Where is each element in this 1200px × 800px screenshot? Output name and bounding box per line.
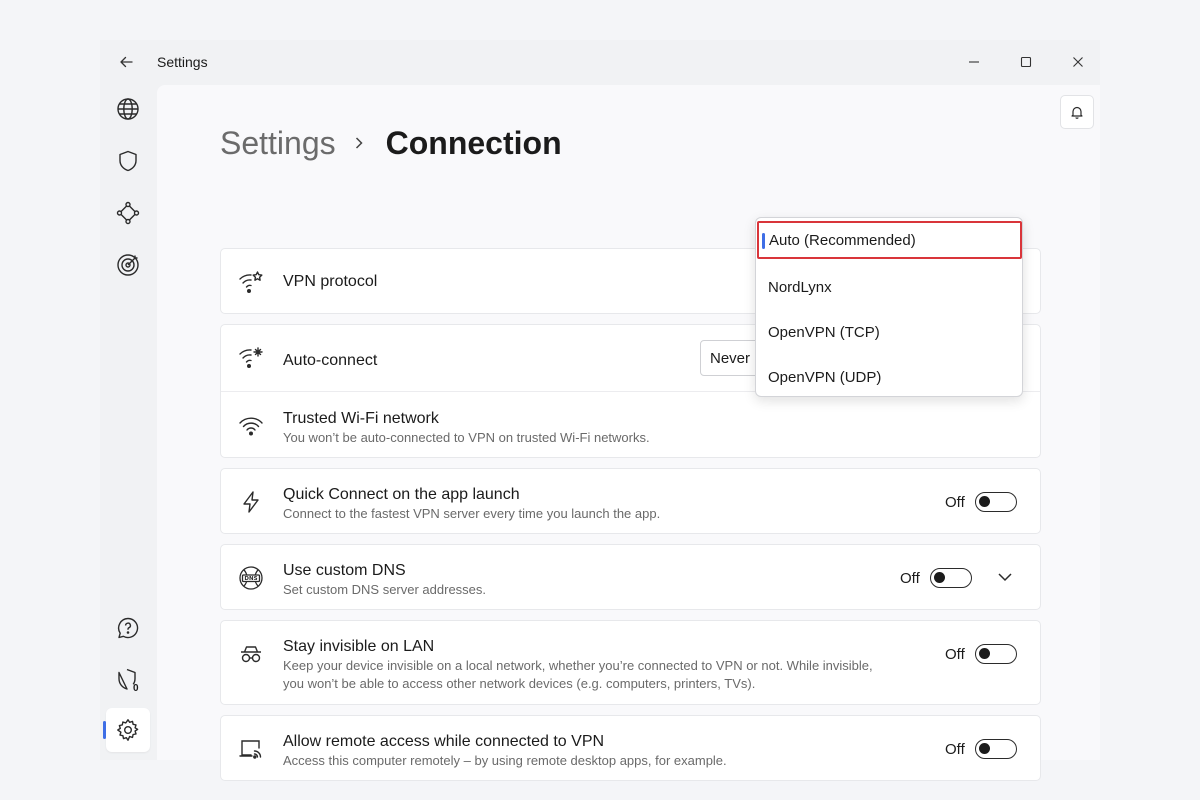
custom-dns-title: Use custom DNS [283, 562, 406, 579]
sidebar-item-settings[interactable] [103, 708, 150, 752]
auto-connect-title: Auto-connect [283, 352, 378, 369]
sidebar: 0 [100, 84, 157, 760]
toggle-knob [933, 572, 945, 583]
quick-connect-toggle-wrap: Off [945, 492, 1017, 512]
remote-desktop-icon [237, 735, 265, 763]
toggle-state-label: Off [945, 493, 965, 511]
invisible-lan-toggle[interactable] [974, 644, 1017, 664]
toggle-state-label: Off [945, 645, 965, 663]
remote-access-card: Allow remote access while connected to V… [220, 715, 1041, 781]
toggle-knob [978, 743, 990, 754]
toggle-knob [978, 496, 990, 507]
trusted-wifi-title: Trusted Wi-Fi network [283, 410, 439, 427]
vpn-protocol-title: VPN protocol [283, 273, 378, 290]
quick-connect-description: Connect to the fastest VPN server every … [283, 506, 661, 521]
dns-globe-icon: DNS [237, 564, 265, 592]
chevron-right-icon [354, 136, 364, 150]
quick-connect-title: Quick Connect on the app launch [283, 486, 520, 503]
sidebar-item-threat-protection[interactable] [106, 243, 150, 287]
invisible-lan-toggle-wrap: Off [945, 644, 1017, 664]
minimize-icon [969, 61, 979, 63]
maximize-icon [1020, 56, 1032, 68]
custom-dns-card: DNS Use custom DNS Set custom DNS server… [220, 544, 1041, 610]
active-indicator [103, 721, 106, 739]
close-icon [1073, 57, 1083, 67]
toggle-state-label: Off [900, 569, 920, 587]
toggle-knob [978, 648, 990, 659]
option-label: OpenVPN (UDP) [768, 368, 882, 386]
protocol-dropdown: Auto (Recommended) NordLynx OpenVPN (TCP… [755, 217, 1023, 397]
wifi-icon [237, 411, 265, 439]
custom-dns-toggle-wrap: Off [900, 568, 972, 588]
globe-icon [117, 98, 139, 120]
target-icon [117, 254, 139, 276]
option-label: Auto (Recommended) [769, 231, 916, 249]
settings-window: Settings 0 Settings Connection VPN proto… [100, 40, 1100, 781]
help-chat-icon [117, 617, 139, 639]
sidebar-item-servers[interactable] [106, 87, 150, 131]
remote-access-description: Access this computer remotely – by using… [283, 753, 727, 768]
arrow-left-icon [120, 56, 133, 68]
chevron-down-icon [998, 573, 1012, 582]
protocol-option-nordlynx[interactable]: NordLynx [756, 268, 1022, 306]
minimize-button[interactable] [952, 48, 996, 76]
protocol-option-openvpn-tcp[interactable]: OpenVPN (TCP) [756, 313, 1022, 351]
shield-icon [119, 150, 137, 172]
bell-icon [1071, 106, 1083, 119]
option-label: NordLynx [768, 278, 832, 296]
sidebar-item-meshnet[interactable] [106, 191, 150, 235]
invisible-lan-card: Stay invisible on LAN Keep your device i… [220, 620, 1041, 705]
threat-count-badge: 0 [133, 683, 139, 694]
protocol-option-openvpn-udp[interactable]: OpenVPN (UDP) [756, 358, 1022, 396]
close-button[interactable] [1056, 48, 1100, 76]
maximize-button[interactable] [1004, 48, 1048, 76]
window-title: Settings [157, 54, 208, 70]
page-title: Connection [385, 124, 562, 161]
option-label: OpenVPN (TCP) [768, 323, 880, 341]
remote-access-toggle-wrap: Off [945, 739, 1017, 759]
breadcrumb-settings[interactable]: Settings [220, 125, 336, 162]
selected-indicator [762, 233, 765, 249]
remote-access-toggle[interactable] [974, 739, 1017, 759]
custom-dns-description: Set custom DNS server addresses. [283, 582, 487, 597]
expand-chevron-button[interactable] [991, 563, 1019, 591]
quick-connect-card: Quick Connect on the app launch Connect … [220, 468, 1041, 534]
main-content: Settings Connection VPN protocol Auto-co… [157, 85, 1100, 781]
toggle-state-label: Off [945, 740, 965, 758]
title-bar: Settings [100, 40, 1100, 84]
sidebar-item-threat-count[interactable]: 0 [106, 658, 150, 702]
wifi-sparkle-icon [237, 343, 265, 371]
svg-text:DNS: DNS [244, 576, 257, 582]
protocol-option-auto[interactable]: Auto (Recommended) [757, 221, 1022, 259]
back-button[interactable] [112, 50, 140, 74]
invisible-lan-description-1: Keep your device invisible on a local ne… [283, 658, 873, 673]
notifications-button[interactable] [1060, 95, 1094, 129]
quick-connect-toggle[interactable] [974, 492, 1017, 512]
sidebar-item-security[interactable] [106, 139, 150, 183]
custom-dns-toggle[interactable] [929, 568, 972, 588]
incognito-icon [237, 640, 265, 668]
sidebar-item-help[interactable] [106, 606, 150, 650]
lightning-icon [237, 488, 265, 516]
meshnet-icon [116, 201, 140, 225]
trusted-wifi-description: You won’t be auto-connected to VPN on tr… [283, 430, 650, 445]
breadcrumb: Settings Connection [220, 123, 562, 163]
invisible-lan-title: Stay invisible on LAN [283, 638, 435, 655]
remote-access-title: Allow remote access while connected to V… [283, 733, 605, 750]
invisible-lan-description-2: you won’t be able to access other networ… [283, 676, 756, 691]
gear-icon [117, 719, 139, 741]
wifi-star-icon [237, 268, 265, 296]
